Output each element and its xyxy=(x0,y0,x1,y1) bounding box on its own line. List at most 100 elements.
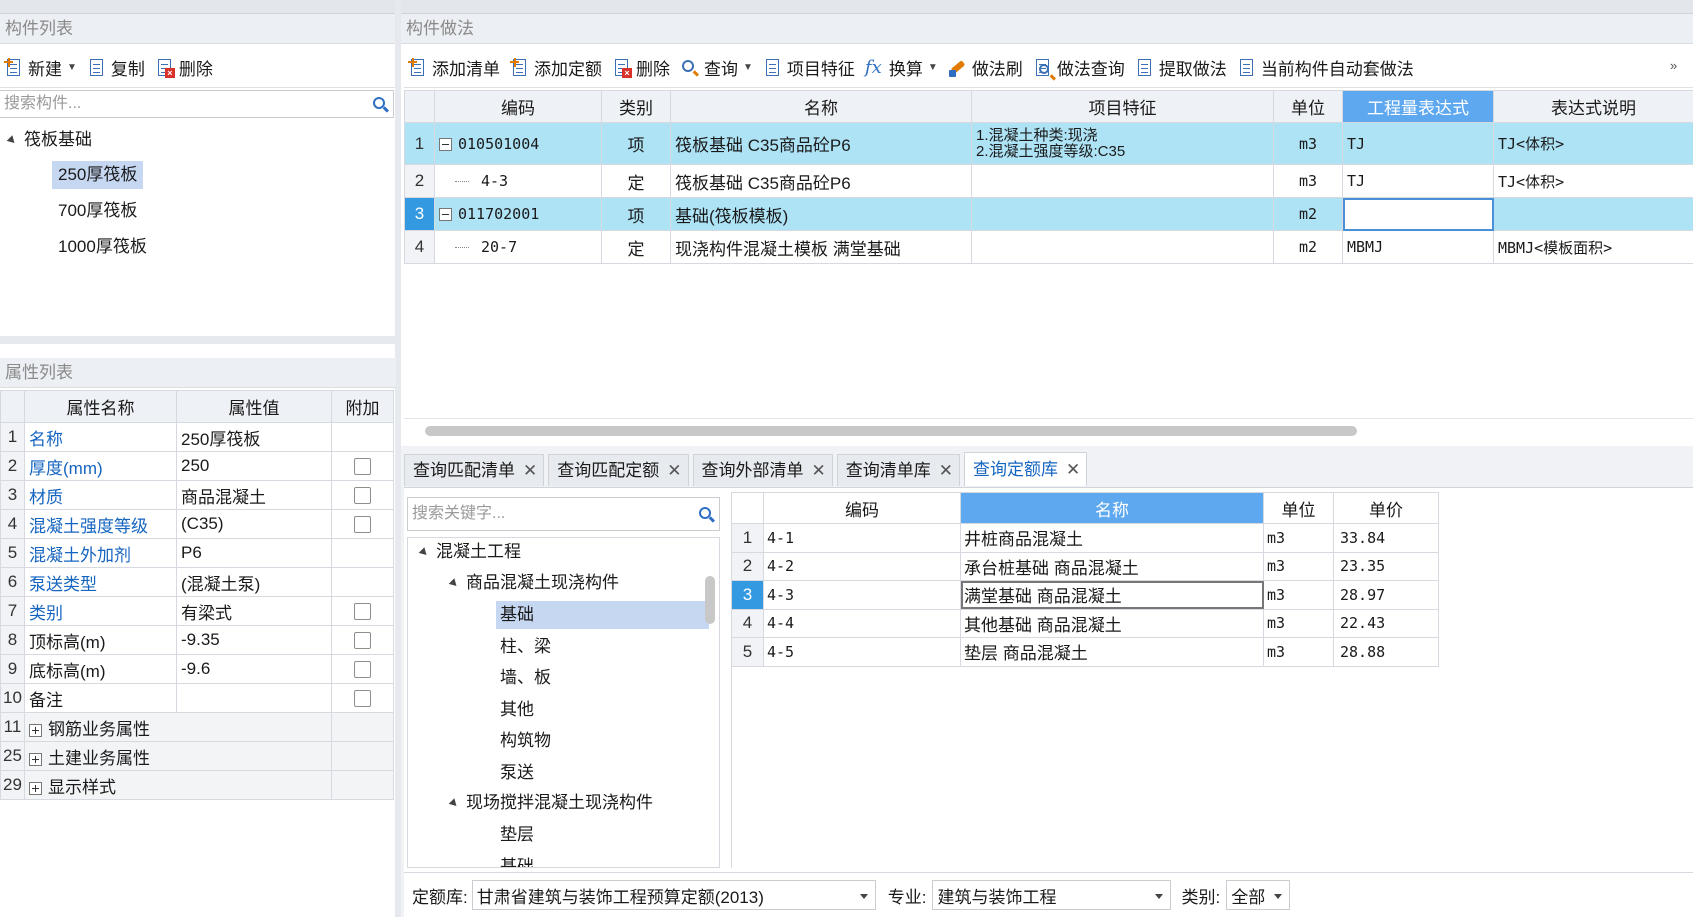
collapse-minus-icon[interactable] xyxy=(439,137,452,151)
copy-component-button[interactable]: 复制 xyxy=(83,52,151,84)
quota-header-col-0[interactable]: 编码 xyxy=(763,492,961,524)
convert-button[interactable]: fx 换算 ▼ xyxy=(861,52,944,84)
component-search-input[interactable] xyxy=(0,91,393,117)
collapse-minus-icon[interactable] xyxy=(439,208,452,222)
method-row[interactable]: 1 010501004 项筏板基础 C35商品砼P6 1.混凝土种类:现浇 2.混凝土强… xyxy=(404,122,1693,165)
method-desc-cell[interactable]: MBMJ<模板面积> xyxy=(1493,230,1693,264)
method-code-cell[interactable]: 010501004 xyxy=(434,122,602,165)
quota-price-cell[interactable]: 33.84 xyxy=(1333,523,1439,553)
method-feature-cell[interactable] xyxy=(971,164,1274,198)
method-header-col-2[interactable]: 名称 xyxy=(670,90,972,123)
method-expr-cell[interactable]: TJ xyxy=(1342,122,1494,165)
method-name-cell[interactable]: 筏板基础 C35商品砼P6 xyxy=(670,164,972,198)
tree-node-quota-item[interactable]: 墙、板 xyxy=(500,664,551,692)
quota-price-cell[interactable]: 23.35 xyxy=(1333,551,1439,581)
property-row[interactable]: 9 底标高(m) -9.6 xyxy=(0,654,394,684)
property-value-cell[interactable]: 250厚筏板 xyxy=(176,422,332,452)
extra-checkbox[interactable] xyxy=(354,516,371,534)
tree-node-quota-item[interactable]: 基础 xyxy=(500,601,534,629)
query-tab-2[interactable]: 查询外部清单 ✕ xyxy=(692,454,833,487)
method-feature-cell[interactable] xyxy=(971,197,1274,231)
method-type-cell[interactable]: 项 xyxy=(601,197,671,231)
toolbar-overflow-icon[interactable]: » xyxy=(1670,58,1677,73)
property-value-cell[interactable]: -9.35 xyxy=(176,625,332,655)
query-tab-1[interactable]: 查询匹配定额 ✕ xyxy=(548,454,689,487)
quota-name-cell[interactable]: 垫层 商品混凝土 xyxy=(960,637,1264,667)
property-row[interactable]: 8 顶标高(m) -9.35 xyxy=(0,625,394,655)
method-unit-cell[interactable]: m2 xyxy=(1273,230,1343,264)
method-header-col-6[interactable]: 表达式说明 xyxy=(1493,90,1693,123)
major-select[interactable]: 建筑与装饰工程 xyxy=(932,880,1172,910)
extra-checkbox[interactable] xyxy=(354,632,371,650)
auto-apply-method-button[interactable]: 当前构件自动套做法 xyxy=(1233,52,1420,84)
tree-node-quota-item[interactable]: 柱、梁 xyxy=(500,633,551,661)
method-feature-cell[interactable]: 1.混凝土种类:现浇 2.混凝土强度等级:C35 xyxy=(971,122,1274,165)
property-row[interactable]: 3 材质 商品混凝土 xyxy=(0,480,394,510)
left-splitter[interactable] xyxy=(0,336,396,344)
extract-method-button[interactable]: 提取做法 xyxy=(1131,52,1233,84)
tree-node-quota-item[interactable]: 垫层 xyxy=(500,821,534,849)
method-type-cell[interactable]: 定 xyxy=(601,164,671,198)
method-code-cell[interactable]: 20-7 xyxy=(434,230,602,264)
method-desc-cell[interactable] xyxy=(1493,197,1693,231)
method-row[interactable]: 3 011702001 项基础(筏板模板) m2 xyxy=(404,197,1693,231)
quota-row[interactable]: 2 4-2 承台桩基础 商品混凝土 m3 23.35 xyxy=(731,551,1439,581)
tree-node-1000-raft[interactable]: 1000厚筏板 xyxy=(58,233,147,261)
property-row[interactable]: 6 泵送类型 (混凝土泵) xyxy=(0,567,394,597)
quota-row[interactable]: 3 4-3 满堂基础 商品混凝土 m3 28.97 xyxy=(731,580,1439,610)
quota-header-col-1[interactable]: 名称 xyxy=(960,492,1264,524)
search-icon[interactable] xyxy=(373,97,385,109)
query-tab-3[interactable]: 查询清单库 ✕ xyxy=(836,454,960,486)
close-icon[interactable]: ✕ xyxy=(812,455,826,487)
quota-price-cell[interactable]: 28.97 xyxy=(1333,580,1439,610)
method-header-col-3[interactable]: 项目特征 xyxy=(971,90,1274,123)
delete-method-button[interactable]: × 删除 xyxy=(608,52,676,84)
method-expr-cell[interactable]: MBMJ xyxy=(1342,230,1494,264)
project-features-button[interactable]: 项目特征 xyxy=(759,52,861,84)
quota-unit-cell[interactable]: m3 xyxy=(1263,637,1334,667)
property-group-row[interactable]: 25 土建业务属性 xyxy=(0,741,394,771)
method-expr-cell[interactable] xyxy=(1342,197,1494,231)
method-code-cell[interactable]: 4-3 xyxy=(434,164,602,198)
tree-node-raft-foundation[interactable]: 筏板基础 xyxy=(6,126,92,154)
property-value-cell[interactable]: 商品混凝土 xyxy=(176,480,332,510)
tree-node-site-mixed-concrete[interactable]: 现场搅拌混凝土现浇构件 xyxy=(448,789,653,817)
close-icon[interactable]: ✕ xyxy=(667,455,681,487)
method-type-cell[interactable]: 项 xyxy=(601,122,671,165)
method-name-cell[interactable]: 筏板基础 C35商品砼P6 xyxy=(670,122,972,165)
close-icon[interactable]: ✕ xyxy=(1066,454,1080,486)
method-name-cell[interactable]: 现浇构件混凝土模板 满堂基础 xyxy=(670,230,972,264)
query-button[interactable]: 查询 ▼ xyxy=(676,52,759,84)
property-row[interactable]: 4 混凝土强度等级 (C35) xyxy=(0,509,394,539)
extra-checkbox[interactable] xyxy=(354,603,371,621)
delete-component-button[interactable]: × 删除 xyxy=(151,52,219,84)
new-component-button[interactable]: 新建 ▼ xyxy=(0,52,83,84)
property-value-cell[interactable]: (混凝土泵) xyxy=(176,567,332,597)
tree-node-250-raft[interactable]: 250厚筏板 xyxy=(52,161,144,189)
tree-node-quota-item[interactable]: 基础 xyxy=(500,853,534,868)
quota-unit-cell[interactable]: m3 xyxy=(1263,580,1334,610)
extra-checkbox[interactable] xyxy=(354,690,371,708)
quota-lib-select[interactable]: 甘肃省建筑与装饰工程预算定额(2013) xyxy=(471,880,876,910)
quota-name-cell[interactable]: 满堂基础 商品混凝土 xyxy=(960,580,1264,610)
property-value-cell[interactable]: P6 xyxy=(176,538,332,568)
property-group-row[interactable]: 11 钢筋业务属性 xyxy=(0,712,394,742)
property-value-cell[interactable]: (C35) xyxy=(176,509,332,539)
method-desc-cell[interactable]: TJ<体积> xyxy=(1493,164,1693,198)
collapse-triangle-icon[interactable] xyxy=(448,798,460,809)
quota-row[interactable]: 4 4-4 其他基础 商品混凝土 m3 22.43 xyxy=(731,608,1439,638)
method-expr-cell[interactable]: TJ xyxy=(1342,164,1494,198)
quota-row[interactable]: 5 4-5 垫层 商品混凝土 m3 28.88 xyxy=(731,637,1439,667)
query-tab-4[interactable]: 查询定额库 ✕ xyxy=(964,452,1088,486)
expand-plus-icon[interactable] xyxy=(29,723,42,737)
method-header-col-0[interactable]: 编码 xyxy=(434,90,602,123)
method-brush-button[interactable]: 做法刷 xyxy=(944,52,1029,84)
method-row[interactable]: 4 20-7 定现浇构件混凝土模板 满堂基础 m2 MBMJ MBMJ<模板面积> xyxy=(404,230,1693,264)
method-name-cell[interactable]: 基础(筏板模板) xyxy=(670,197,972,231)
quota-search-input[interactable] xyxy=(408,498,719,530)
expand-plus-icon[interactable] xyxy=(29,752,42,766)
property-value-cell[interactable]: -9.6 xyxy=(176,654,332,684)
quota-unit-cell[interactable]: m3 xyxy=(1263,608,1334,638)
quota-price-cell[interactable]: 22.43 xyxy=(1333,608,1439,638)
tree-node-commercial-concrete[interactable]: 商品混凝土现浇构件 xyxy=(448,569,619,597)
